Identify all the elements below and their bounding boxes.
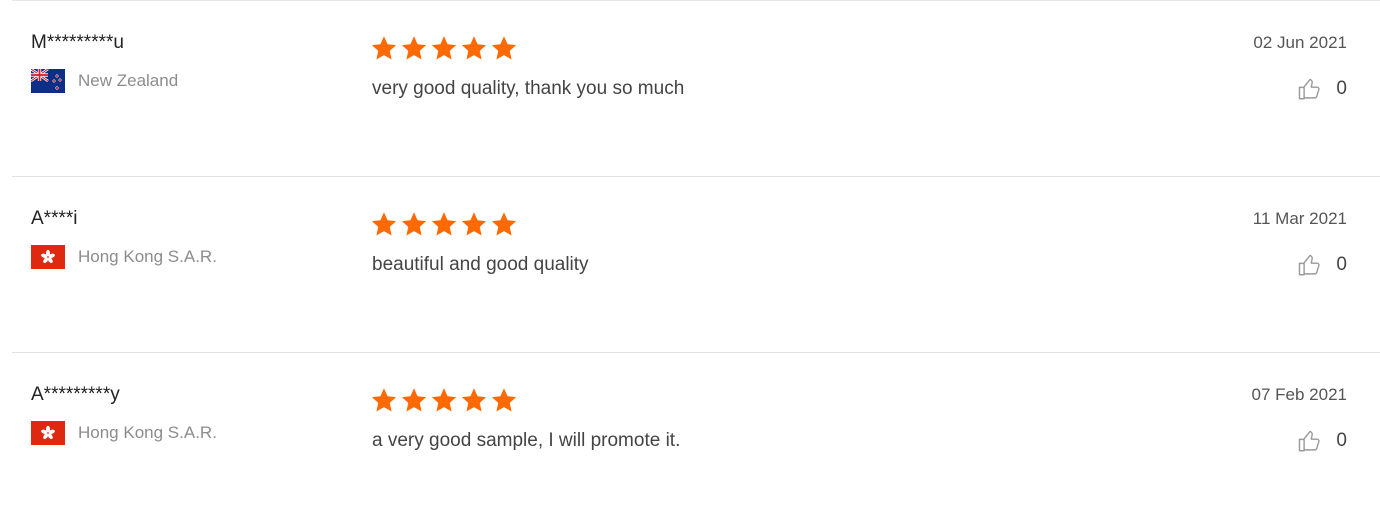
star-icon bbox=[371, 211, 397, 237]
reviewer-info: A*********y Hong Kong S.A.R. bbox=[31, 383, 217, 445]
hong-kong-flag-icon bbox=[31, 245, 65, 269]
new-zealand-flag-icon bbox=[31, 69, 65, 93]
star-icon bbox=[401, 211, 427, 237]
star-rating bbox=[371, 211, 589, 237]
review-body: a very good sample, I will promote it. bbox=[371, 387, 680, 453]
star-rating bbox=[371, 35, 684, 61]
star-icon bbox=[491, 387, 517, 413]
review-body: beautiful and good quality bbox=[371, 211, 589, 277]
star-icon bbox=[461, 387, 487, 413]
review-comment: very good quality, thank you so much bbox=[372, 78, 685, 99]
thumbs-up-icon[interactable] bbox=[1296, 76, 1322, 102]
review-body: very good quality, thank you so much bbox=[371, 35, 684, 101]
like-count: 0 bbox=[1336, 78, 1347, 99]
like-count: 0 bbox=[1336, 254, 1347, 275]
review-date: 11 Mar 2021 bbox=[1252, 209, 1347, 228]
star-icon bbox=[431, 387, 457, 413]
helpful-votes: 0 bbox=[1296, 252, 1347, 278]
reviewer-country: New Zealand bbox=[31, 69, 178, 93]
helpful-votes: 0 bbox=[1296, 428, 1347, 454]
star-icon bbox=[401, 387, 427, 413]
review-item: A****i Hong Kong S.A.R. beautiful and go… bbox=[12, 176, 1380, 352]
star-icon bbox=[371, 387, 397, 413]
review-comment: a very good sample, I will promote it. bbox=[372, 430, 681, 451]
star-icon bbox=[431, 211, 457, 237]
helpful-votes: 0 bbox=[1296, 76, 1347, 102]
reviewer-info: M*********u New Zealand bbox=[31, 31, 178, 93]
country-name: New Zealand bbox=[78, 71, 179, 90]
reviewer-country: Hong Kong S.A.R. bbox=[31, 245, 217, 269]
star-icon bbox=[401, 35, 427, 61]
review-date: 07 Feb 2021 bbox=[1251, 385, 1347, 404]
thumbs-up-icon[interactable] bbox=[1296, 252, 1322, 278]
review-comment: beautiful and good quality bbox=[372, 254, 589, 275]
star-icon bbox=[461, 211, 487, 237]
review-date: 02 Jun 2021 bbox=[1253, 33, 1347, 52]
hong-kong-flag-icon bbox=[31, 421, 65, 445]
country-name: Hong Kong S.A.R. bbox=[78, 247, 217, 266]
star-icon bbox=[491, 35, 517, 61]
review-list: M*********u New Zealand very good qualit… bbox=[12, 0, 1380, 528]
star-rating bbox=[371, 387, 680, 413]
thumbs-up-icon[interactable] bbox=[1296, 428, 1322, 454]
reviewer-name: A****i bbox=[31, 208, 78, 229]
star-icon bbox=[431, 35, 457, 61]
review-item: A*********y Hong Kong S.A.R. a very good… bbox=[12, 352, 1380, 528]
country-name: Hong Kong S.A.R. bbox=[78, 423, 217, 442]
reviewer-name: A*********y bbox=[31, 384, 120, 405]
star-icon bbox=[491, 211, 517, 237]
like-count: 0 bbox=[1336, 430, 1347, 451]
star-icon bbox=[461, 35, 487, 61]
reviewer-name: M*********u bbox=[31, 32, 124, 53]
reviewer-country: Hong Kong S.A.R. bbox=[31, 421, 217, 445]
star-icon bbox=[371, 35, 397, 61]
reviewer-info: A****i Hong Kong S.A.R. bbox=[31, 207, 217, 269]
review-item: M*********u New Zealand very good qualit… bbox=[12, 0, 1380, 176]
